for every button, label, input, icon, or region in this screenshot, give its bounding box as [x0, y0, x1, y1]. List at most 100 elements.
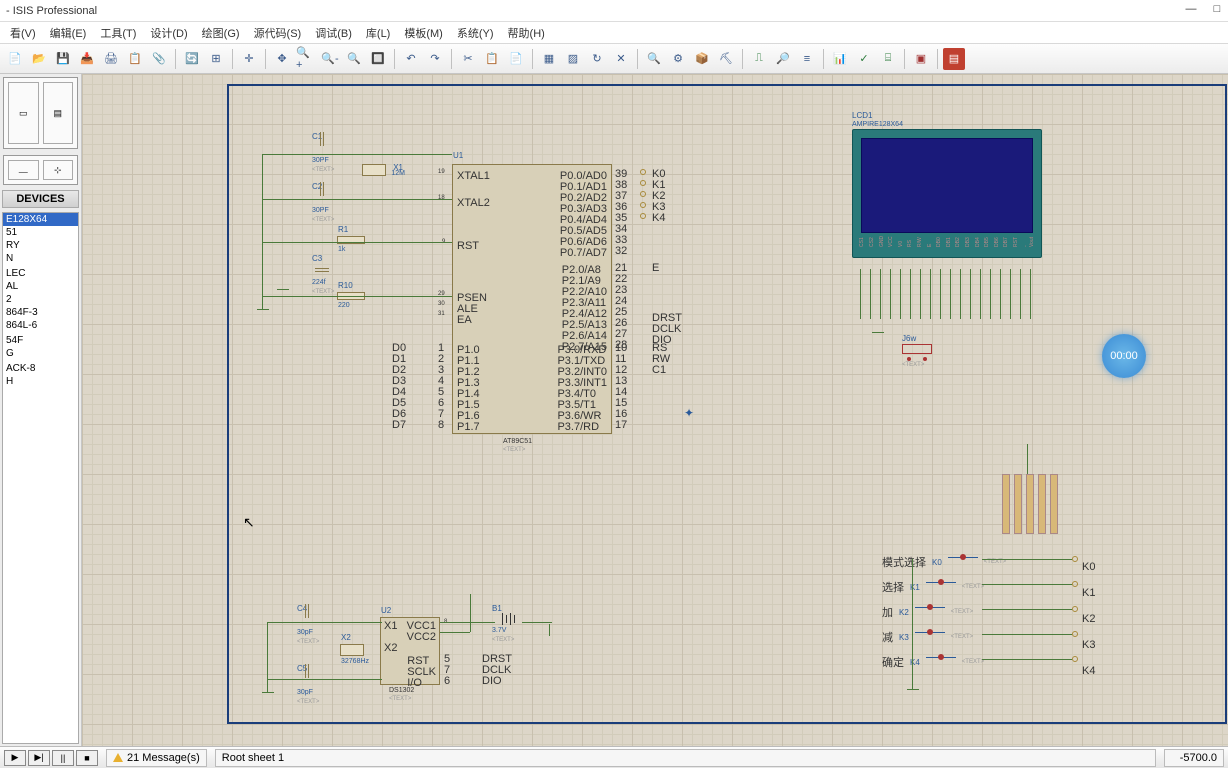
messages-panel[interactable]: 21 Message(s) [106, 749, 207, 767]
terminal-icon [640, 169, 646, 175]
tb-print[interactable]: 🖨 [100, 48, 122, 70]
component-jsw[interactable]: J6w <TEXT> [902, 344, 932, 354]
tb-grid[interactable]: ⊞ [205, 48, 227, 70]
component-k3[interactable]: 减 K3 <TEXT> [882, 629, 973, 645]
tb-zoom-in[interactable]: 🔍+ [295, 48, 317, 70]
tb-cut[interactable]: ✂ [457, 48, 479, 70]
device-item-6[interactable]: AL [3, 280, 78, 293]
tb-bom[interactable]: 📊 [829, 48, 851, 70]
coord-panel: -5700.0 [1164, 749, 1224, 767]
tb-refresh[interactable]: 🔄 [181, 48, 203, 70]
nets-e: E [652, 263, 659, 273]
tb-import[interactable]: 📥 [76, 48, 98, 70]
device-item-12[interactable]: G [3, 347, 78, 360]
tb-wire-autoroute[interactable]: ⎍ [748, 48, 770, 70]
maximize-button[interactable]: □ [1210, 2, 1224, 16]
tb-block-copy[interactable]: ▦ [538, 48, 560, 70]
device-item-8[interactable]: 864F-3 [3, 306, 78, 319]
main-area: ▭ ▤ ⎼ ⊹ DEVICES E128X64 51 RY N LEC AL 2… [0, 74, 1228, 746]
tb-paste-special[interactable]: 📎 [148, 48, 170, 70]
tb-decompose[interactable]: ⛏ [715, 48, 737, 70]
menu-draw[interactable]: 绘图(G) [196, 23, 246, 43]
tb-property[interactable]: ≡ [796, 48, 818, 70]
tb-ares[interactable]: ▣ [910, 48, 932, 70]
tb-zoom-area[interactable]: 🔲 [367, 48, 389, 70]
device-item-15[interactable]: H [3, 375, 78, 388]
component-k1[interactable]: 选择 K1 <TEXT> [882, 579, 984, 595]
component-c3[interactable]: C3 224f <TEXT> [312, 254, 334, 295]
device-item-2[interactable]: RY [3, 239, 78, 252]
menu-debug[interactable]: 调试(B) [309, 23, 358, 43]
minimize-button[interactable]: — [1184, 2, 1198, 16]
tb-paste[interactable]: 📄 [505, 48, 527, 70]
tb-zoom-all[interactable]: 🔍 [343, 48, 365, 70]
tb-erc[interactable]: ✓ [853, 48, 875, 70]
device-item-0[interactable]: E128X64 [3, 213, 78, 226]
terminal-icon [1072, 581, 1078, 587]
wire [440, 622, 495, 623]
schematic-canvas[interactable]: U1 AT89C51 <TEXT> XTAL1 XTAL2 RST PSEN A… [82, 74, 1228, 746]
tb-copy[interactable]: 📋 [481, 48, 503, 70]
component-k2[interactable]: 加 K2 <TEXT> [882, 604, 973, 620]
tb-origin[interactable]: ✛ [238, 48, 260, 70]
tb-new[interactable]: 📄 [4, 48, 26, 70]
menu-source[interactable]: 源代码(S) [248, 23, 308, 43]
device-item-9[interactable]: 864L-6 [3, 319, 78, 332]
device-item-11[interactable]: 54F [3, 334, 78, 347]
menu-design[interactable]: 设计(D) [144, 23, 193, 43]
menu-help[interactable]: 帮助(H) [502, 23, 551, 43]
pause-button[interactable]: || [52, 750, 74, 766]
tb-redo[interactable]: ↷ [424, 48, 446, 70]
component-lcd[interactable]: LCD1 AMPIRE128X64 CS1CS2GNDVCCV0RSR/WEDB… [852, 129, 1042, 269]
component-c5[interactable]: C5 30pF <TEXT> [297, 664, 319, 705]
tb-block-rotate[interactable]: ↻ [586, 48, 608, 70]
lcd-pin-wires [860, 269, 1031, 319]
devices-header: DEVICES [2, 190, 79, 208]
tb-pick[interactable]: 🔍 [643, 48, 665, 70]
component-c1[interactable]: C1 30PF <TEXT> [312, 132, 334, 173]
gnd-icon [277, 289, 289, 297]
device-item-5[interactable]: LEC [3, 267, 78, 280]
device-item-14[interactable]: ACK-8 [3, 362, 78, 375]
tb-search[interactable]: 🔎 [772, 48, 794, 70]
component-c4[interactable]: C4 30pF <TEXT> [297, 604, 319, 645]
tb-netlist[interactable]: ⌸ [877, 48, 899, 70]
device-item-3[interactable]: N [3, 252, 78, 265]
tb-make-device[interactable]: ⚙ [667, 48, 689, 70]
component-x2[interactable]: X2 32768Hz [340, 644, 364, 656]
device-item-1[interactable]: 51 [3, 226, 78, 239]
step-button[interactable]: ▶| [28, 750, 50, 766]
tb-block-delete[interactable]: ✕ [610, 48, 632, 70]
sheet-panel: Root sheet 1 [215, 749, 1156, 767]
tb-package[interactable]: 📦 [691, 48, 713, 70]
lcd-screen [861, 138, 1033, 233]
component-b1[interactable]: B1 3.7V <TEXT> [492, 604, 522, 643]
component-c2[interactable]: C2 30PF <TEXT> [312, 182, 334, 223]
play-button[interactable]: ▶ [4, 750, 26, 766]
menu-system[interactable]: 系统(Y) [451, 23, 500, 43]
component-u2[interactable]: U2 DS1302 <TEXT> X1 X2 VCC1 VCC2 RST SCL… [380, 617, 440, 685]
menu-edit[interactable]: 编辑(E) [44, 23, 93, 43]
component-k4[interactable]: 确定 K4 <TEXT> [882, 654, 984, 670]
component-u1[interactable]: U1 AT89C51 <TEXT> XTAL1 XTAL2 RST PSEN A… [452, 164, 612, 434]
tb-about[interactable]: ▤ [943, 48, 965, 70]
tb-undo[interactable]: ↶ [400, 48, 422, 70]
device-list[interactable]: E128X64 51 RY N LEC AL 2 864F-3 864L-6 5… [2, 212, 79, 744]
tb-open[interactable]: 📂 [28, 48, 50, 70]
tb-zoom-out[interactable]: 🔍- [319, 48, 341, 70]
tb-save[interactable]: 💾 [52, 48, 74, 70]
tb-setup[interactable]: 📋 [124, 48, 146, 70]
menu-template[interactable]: 模板(M) [398, 23, 449, 43]
component-x1[interactable]: X1 12M [362, 164, 386, 176]
tb-block-move[interactable]: ▨ [562, 48, 584, 70]
wire [522, 622, 552, 623]
device-item-7[interactable]: 2 [3, 293, 78, 306]
component-k0[interactable]: 模式选择 K0 <TEXT> [882, 554, 1006, 570]
menu-library[interactable]: 库(L) [360, 23, 396, 43]
menu-tools[interactable]: 工具(T) [94, 23, 142, 43]
menu-view[interactable]: 看(V) [4, 23, 42, 43]
tb-pan[interactable]: ✥ [271, 48, 293, 70]
resistor-network[interactable] [1002, 474, 1082, 544]
stop-button[interactable]: ■ [76, 750, 98, 766]
timer-badge[interactable]: 00:00 [1102, 334, 1146, 378]
